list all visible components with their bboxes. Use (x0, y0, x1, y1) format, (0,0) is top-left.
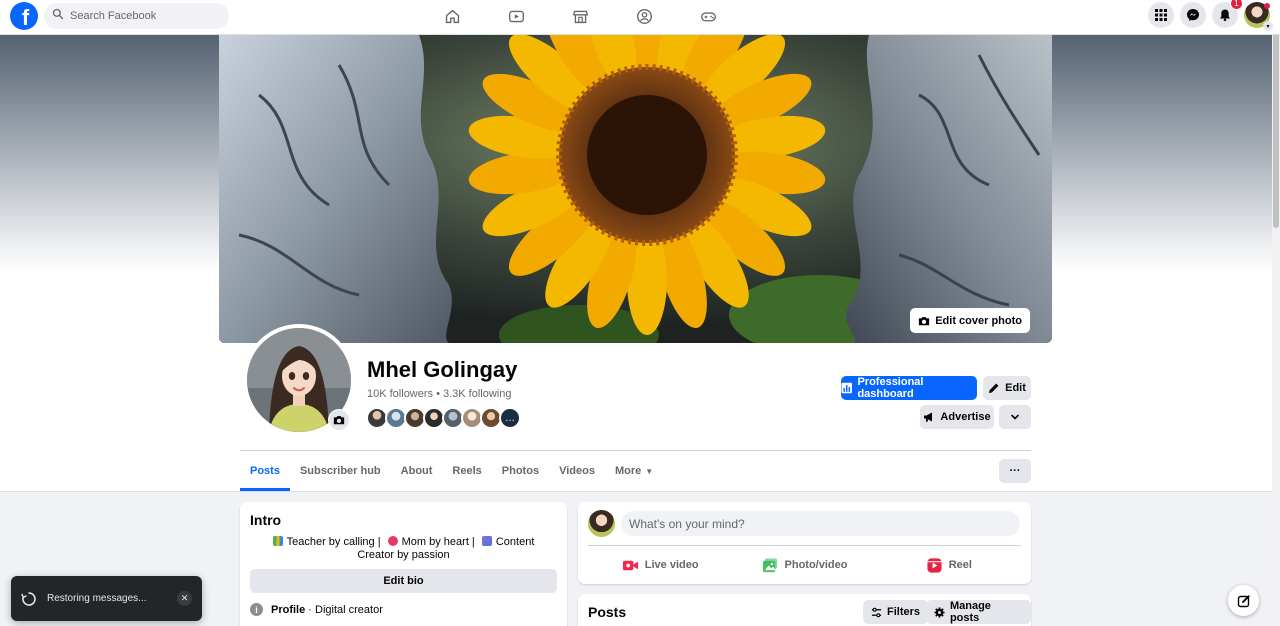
tab-subscriber-hub[interactable]: Subscriber hub (290, 452, 391, 490)
caret-down-icon: ▼ (645, 466, 654, 476)
manage-posts-button[interactable]: Manage posts (926, 600, 1031, 624)
gear-icon (934, 606, 945, 618)
books-emoji-icon (272, 536, 283, 546)
top-navigation-bar: f Search Facebook 1 ▾ (0, 0, 1280, 35)
search-icon (52, 7, 64, 25)
messenger-button[interactable] (1180, 2, 1206, 28)
intro-title: Intro (250, 512, 282, 528)
creator-emoji-icon (481, 536, 492, 546)
follower-avatar-list: … (366, 407, 521, 429)
camera-icon (333, 416, 345, 425)
reel-button[interactable]: Reel (877, 552, 1021, 578)
composer-avatar[interactable] (588, 510, 615, 537)
tab-more[interactable]: More ▼ (605, 452, 663, 490)
restoring-messages-toast: Restoring messages... ✕ (11, 576, 202, 621)
professional-dashboard-button[interactable]: Professional dashboard (841, 376, 977, 400)
filters-button[interactable]: Filters (863, 600, 929, 624)
intro-card: Intro Teacher by calling | Mom by heart … (240, 502, 567, 626)
toast-message: Restoring messages... (47, 593, 147, 604)
profile-name: Mhel Golingay (367, 357, 518, 382)
apps-grid-icon (1155, 9, 1167, 21)
nav-video[interactable] (484, 0, 548, 33)
update-profile-picture-button[interactable] (328, 409, 350, 431)
ellipsis-icon: ··· (1009, 465, 1021, 477)
composer-actions: Live video Photo/video Reel (588, 552, 1021, 578)
facebook-logo[interactable]: f (10, 2, 38, 30)
header-divider (240, 450, 1031, 451)
tab-photos[interactable]: Photos (492, 452, 549, 490)
nav-home[interactable] (420, 0, 484, 33)
posts-header-card: Posts Filters Manage posts (578, 594, 1031, 626)
tab-posts[interactable]: Posts (240, 452, 290, 491)
notification-badge: 1 (1230, 0, 1243, 10)
close-icon[interactable]: ✕ (177, 591, 192, 606)
gaming-icon (700, 12, 716, 22)
posts-title: Posts (588, 604, 627, 620)
home-icon (445, 9, 459, 24)
live-video-button[interactable]: Live video (588, 552, 732, 578)
advertise-button[interactable]: Advertise (920, 405, 994, 429)
intro-bio: Teacher by calling | Mom by heart | Cont… (250, 536, 557, 562)
compose-icon (1237, 594, 1250, 607)
more-followers-button[interactable]: … (499, 407, 521, 429)
tab-reels[interactable]: Reels (442, 452, 491, 490)
loading-spinner-icon (21, 591, 36, 606)
menu-button[interactable] (1148, 2, 1174, 28)
search-box[interactable] (44, 3, 229, 29)
photo-icon (762, 557, 777, 572)
intro-profile-row: i Profile · Digital creator (250, 603, 557, 616)
account-controls: 1 ▾ (1148, 0, 1273, 31)
bell-icon (1220, 9, 1230, 22)
groups-icon (636, 9, 652, 24)
composer-divider (588, 545, 1021, 546)
camera-icon (919, 316, 930, 325)
alert-dot (1264, 3, 1270, 9)
whats-on-your-mind-input[interactable]: What's on your mind? (621, 511, 1020, 536)
heart-emoji-icon (387, 536, 398, 546)
post-composer: What's on your mind? Live video Photo/vi… (578, 502, 1031, 584)
search-input[interactable] (70, 10, 220, 22)
profile-tabs: Posts Subscriber hub About Reels Photos … (240, 452, 663, 492)
account-avatar[interactable]: ▾ (1244, 2, 1273, 31)
live-video-icon (622, 560, 638, 570)
marketplace-icon (572, 10, 588, 24)
filter-sliders-icon (871, 607, 882, 617)
cover-photo[interactable]: Edit cover photo (219, 35, 1052, 343)
pencil-icon (989, 383, 999, 393)
messenger-icon (1187, 9, 1199, 21)
sunflower-cover-image (219, 35, 1052, 343)
nav-gaming[interactable] (676, 0, 740, 33)
chevron-down-icon: ▾ (1263, 21, 1273, 31)
info-icon: i (250, 603, 263, 616)
nav-marketplace[interactable] (548, 0, 612, 33)
more-options-dropdown[interactable] (999, 405, 1031, 429)
tab-about[interactable]: About (391, 452, 443, 490)
scrollbar-thumb[interactable] (1273, 2, 1279, 228)
edit-cover-photo-button[interactable]: Edit cover photo (910, 308, 1030, 333)
chart-icon (841, 382, 852, 394)
tab-videos[interactable]: Videos (549, 452, 605, 490)
chevron-down-icon (1011, 414, 1019, 420)
new-message-button[interactable] (1228, 585, 1259, 616)
video-icon (508, 10, 524, 23)
edit-profile-button[interactable]: Edit (983, 376, 1031, 400)
megaphone-icon (924, 412, 933, 422)
edit-bio-button[interactable]: Edit bio (250, 569, 557, 593)
follower-stats[interactable]: 10K followers • 3.3K following (367, 388, 511, 400)
main-nav (420, 0, 740, 33)
tabs-more-options-button[interactable]: ··· (999, 459, 1031, 483)
page-scrollbar[interactable] (1272, 0, 1280, 626)
reel-icon (927, 557, 942, 573)
photo-video-button[interactable]: Photo/video (732, 552, 876, 578)
notifications-button[interactable]: 1 (1212, 0, 1243, 28)
nav-groups[interactable] (612, 0, 676, 33)
header-bottom-border (0, 491, 1272, 492)
